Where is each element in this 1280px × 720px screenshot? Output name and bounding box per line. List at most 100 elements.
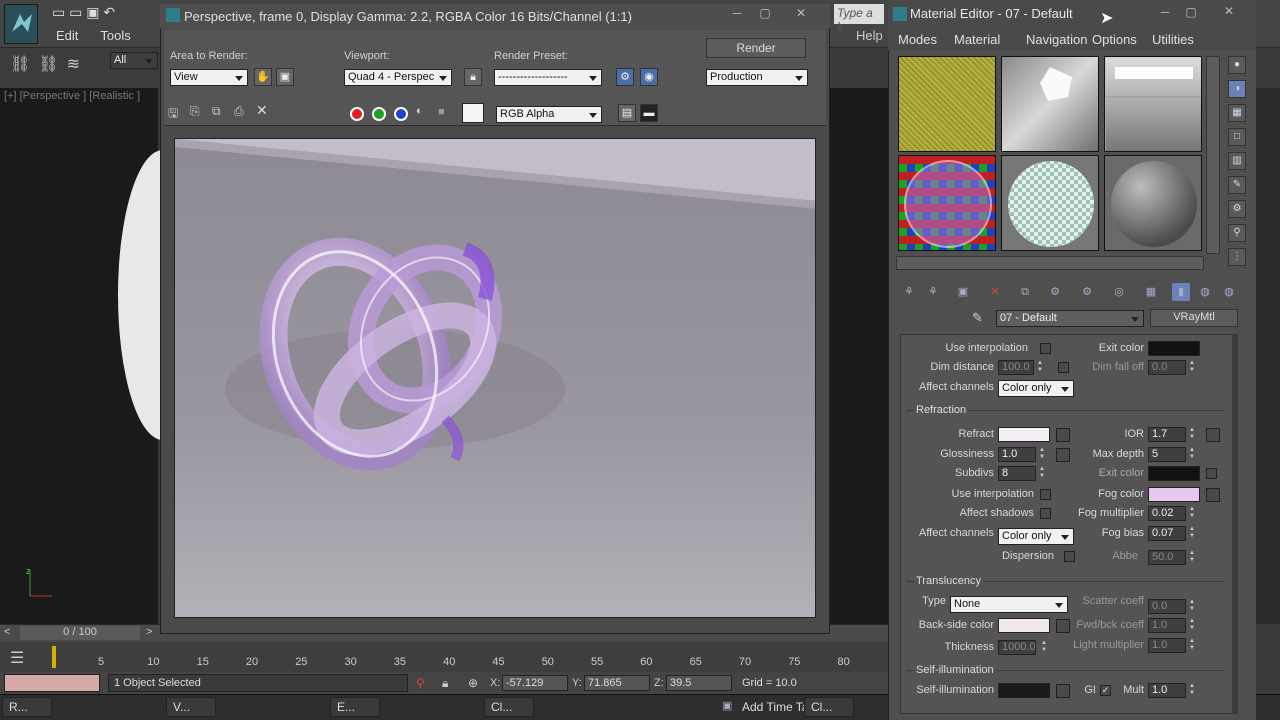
fog-color-swatch[interactable]	[1148, 487, 1200, 502]
abbe-spinner[interactable]: ▲ ▼	[1188, 550, 1196, 565]
slots-hscrollbar[interactable]	[896, 256, 1204, 270]
fog-color-map-button[interactable]	[1206, 488, 1220, 502]
dim-falloff-spinner[interactable]: ▲ ▼	[1188, 360, 1196, 375]
fog-multiplier-spinner[interactable]: ▲ ▼	[1188, 506, 1196, 521]
key-icon[interactable]: ▣	[722, 699, 732, 712]
make-unique-icon[interactable]: ⧉	[1016, 283, 1034, 301]
menu-material[interactable]: Material	[954, 32, 1000, 47]
subdivs-spinner[interactable]: ▲ ▼	[1038, 466, 1046, 481]
track-bar-toggle-icon[interactable]: ☰	[10, 648, 24, 668]
dim-distance-input[interactable]: 100.0	[998, 360, 1034, 375]
light-multiplier-input[interactable]: 1.0	[1148, 638, 1186, 653]
viewport-label[interactable]: [+] [Perspective ] [Realistic ]	[4, 90, 140, 102]
render-button[interactable]: Render	[706, 38, 806, 58]
viewport-dropdown[interactable]: Quad 4 - Perspec	[344, 69, 452, 86]
refract-map-button[interactable]	[1056, 428, 1070, 442]
back-side-map-button[interactable]	[1056, 619, 1070, 633]
x-coordinate[interactable]: -57.129	[502, 675, 568, 691]
light-multiplier-spinner[interactable]: ▲ ▼	[1188, 638, 1196, 653]
background-icon[interactable]: ▦	[1228, 104, 1246, 122]
dim-distance-spinner[interactable]: ▲ ▼	[1036, 360, 1044, 375]
refract-color-swatch[interactable]	[998, 427, 1050, 442]
rendered-image[interactable]	[174, 138, 816, 618]
close-button[interactable]: ✕	[792, 6, 810, 20]
y-coordinate[interactable]: 71.865	[584, 675, 650, 691]
dim-falloff-input[interactable]: 0.0	[1148, 360, 1186, 375]
fwd-bck-coeff-spinner[interactable]: ▲ ▼	[1188, 618, 1196, 633]
green-channel-toggle[interactable]	[372, 107, 386, 121]
task-viewport[interactable]: V...	[166, 697, 216, 717]
coord-mode-icon[interactable]: ⊕	[468, 676, 478, 690]
sample-slot-4[interactable]	[898, 155, 996, 251]
glossiness-map-button[interactable]	[1056, 448, 1070, 462]
menu-options[interactable]: Options	[1092, 32, 1137, 47]
go-forward-sibling-icon[interactable]: ◍	[1196, 283, 1214, 301]
maxscript-listener[interactable]	[4, 674, 100, 692]
edit-region-icon[interactable]: ✋	[254, 68, 272, 86]
refract-exit-color-checkbox[interactable]	[1206, 468, 1217, 479]
video-color-icon[interactable]: ▥	[1228, 152, 1246, 170]
save-icon[interactable]: ▣	[86, 4, 99, 20]
abbe-input[interactable]: 50.0	[1148, 550, 1186, 565]
make-preview-icon[interactable]: ✎	[1228, 176, 1246, 194]
glossiness-spinner[interactable]: ▲ ▼	[1038, 447, 1046, 462]
z-coordinate[interactable]: 39.5	[666, 675, 732, 691]
menu-navigation[interactable]: Navigation	[1026, 32, 1087, 47]
undo-icon[interactable]: ↶	[103, 4, 115, 20]
select-by-material-icon[interactable]: ⚲	[1228, 224, 1246, 242]
sample-slot-3[interactable]	[1104, 56, 1202, 152]
gi-checkbox[interactable]: ✓	[1100, 685, 1111, 696]
print-icon[interactable]: ⎙	[234, 104, 244, 119]
time-next-icon[interactable]: >	[146, 626, 152, 638]
fog-bias-spinner[interactable]: ▲ ▼	[1188, 526, 1196, 541]
dispersion-checkbox[interactable]	[1064, 551, 1075, 562]
material-name-field[interactable]: 07 - Default	[996, 310, 1144, 327]
put-to-library-icon[interactable]: ⚙	[1046, 283, 1064, 301]
ior-spinner[interactable]: ▲ ▼	[1188, 427, 1196, 442]
render-preset-dropdown[interactable]: -------------------	[494, 69, 602, 86]
go-to-parent-icon[interactable]: ▮	[1172, 283, 1190, 301]
fog-multiplier-input[interactable]: 0.02	[1148, 506, 1186, 521]
selection-filter-dropdown[interactable]: All	[110, 52, 158, 69]
environment-icon[interactable]: ◉	[640, 68, 658, 86]
production-dropdown[interactable]: Production	[706, 69, 808, 86]
reflect-use-interpolation-checkbox[interactable]	[1040, 343, 1051, 354]
area-to-render-dropdown[interactable]: View	[170, 69, 248, 86]
material-map-navigator-icon[interactable]: ⋮	[1228, 248, 1246, 266]
render-setup-icon[interactable]: ⚙	[616, 68, 634, 86]
toggle-ui-icon[interactable]: ▬	[640, 104, 658, 122]
menu-edit[interactable]: Edit	[56, 28, 78, 43]
params-scrollbar[interactable]	[1232, 334, 1238, 714]
clear-icon[interactable]: ✕	[256, 102, 268, 119]
me-close-button[interactable]: ✕	[1220, 4, 1238, 18]
sample-slot-2[interactable]	[1001, 56, 1099, 152]
channel-dropdown[interactable]: RGB Alpha	[496, 106, 602, 123]
ior-input[interactable]: 1.7	[1148, 427, 1186, 442]
reflect-affect-channels-dropdown[interactable]: Color only	[998, 380, 1074, 397]
color-swatch[interactable]	[462, 103, 484, 123]
get-material-icon[interactable]: ⚘	[900, 283, 918, 301]
dim-distance-checkbox[interactable]	[1058, 362, 1069, 373]
show-end-result-icon[interactable]: ▦	[1142, 283, 1160, 301]
max-depth-spinner[interactable]: ▲ ▼	[1188, 447, 1196, 462]
me-maximize-button[interactable]: ▢	[1182, 5, 1200, 19]
options-icon[interactable]: ⚙	[1228, 200, 1246, 218]
translucency-header[interactable]: Translucency	[914, 575, 984, 587]
thickness-input[interactable]: 1000.0	[998, 640, 1036, 655]
pin-icon[interactable]: ⚲	[416, 676, 425, 690]
translucency-type-dropdown[interactable]: None	[950, 596, 1068, 613]
me-minimize-button[interactable]: ─	[1156, 5, 1174, 19]
time-prev-icon[interactable]: <	[4, 626, 10, 638]
clone-window-icon[interactable]: ⧉	[212, 104, 221, 119]
save-image-icon[interactable]: 🖫	[168, 104, 178, 125]
refract-affect-channels-dropdown[interactable]: Color only	[998, 528, 1074, 545]
red-channel-toggle[interactable]	[350, 107, 364, 121]
copy-image-icon[interactable]: ⎘	[190, 104, 200, 119]
subdivs-input[interactable]: 8	[998, 466, 1036, 481]
sample-slot-6[interactable]	[1104, 155, 1202, 251]
alpha-toggle-icon[interactable]: ◐	[416, 105, 423, 117]
backlight-icon[interactable]: ◑	[1228, 80, 1246, 98]
fwd-bck-coeff-input[interactable]: 1.0	[1148, 618, 1186, 633]
refraction-header[interactable]: Refraction	[914, 404, 969, 416]
mono-toggle-icon[interactable]: ■	[438, 106, 445, 118]
